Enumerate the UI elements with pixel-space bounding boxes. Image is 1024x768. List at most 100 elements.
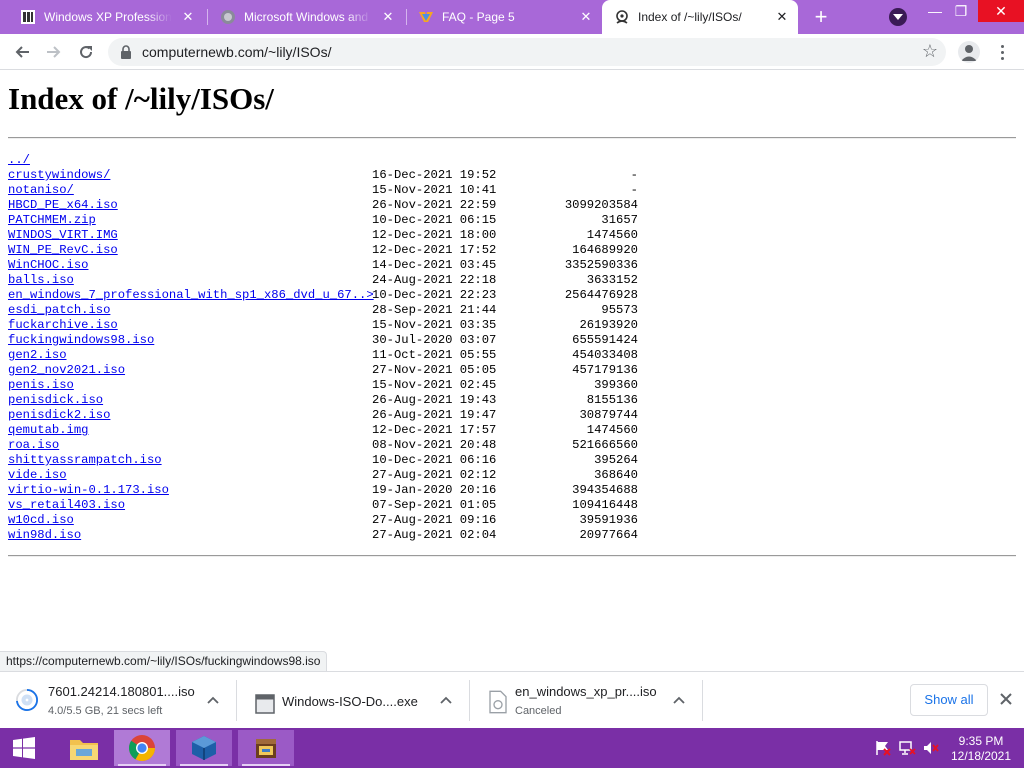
file-link[interactable]: ../	[8, 153, 30, 168]
file-link[interactable]: w10cd.iso	[8, 513, 74, 528]
tab-strip: Windows XP Professional ✕ Microsoft Wind…	[0, 0, 1024, 34]
file-date: 12-Dec-2021 17:52	[372, 243, 497, 257]
file-size: 20977664	[579, 528, 638, 542]
forward-button[interactable]	[40, 38, 68, 66]
file-link[interactable]: WinCHOC.iso	[8, 258, 88, 273]
tab-microsoft-windows[interactable]: Microsoft Windows and MS-DOS ✕	[208, 0, 404, 34]
tab-search-button[interactable]	[889, 8, 907, 26]
file-link[interactable]: vide.iso	[8, 468, 67, 483]
close-shelf-icon[interactable]	[998, 691, 1014, 707]
file-date: 19-Jan-2020 20:16	[372, 483, 497, 497]
bookmark-star-icon[interactable]: ☆	[922, 41, 938, 62]
tab-close-icon[interactable]: ✕	[378, 7, 398, 27]
file-link[interactable]: en_windows_7_professional_with_sp1_x86_d…	[8, 288, 374, 303]
tab-close-icon[interactable]: ✕	[772, 7, 792, 27]
file-size: 655591424	[572, 333, 638, 347]
file-link[interactable]: vs_retail403.iso	[8, 498, 125, 513]
lock-icon[interactable]	[120, 45, 132, 59]
file-link[interactable]: penisdick2.iso	[8, 408, 110, 423]
tab-faq[interactable]: FAQ - Page 5 ✕	[406, 0, 602, 34]
browser-menu-icon[interactable]	[992, 40, 1012, 64]
file-date: 15-Nov-2021 02:45	[372, 378, 497, 392]
url-text[interactable]: computernewb.com/~lily/ISOs/	[142, 44, 331, 60]
taskbar-chrome[interactable]	[114, 730, 170, 766]
taskbar-archive-app[interactable]	[238, 730, 294, 766]
download-filename: en_windows_xp_pr....iso	[515, 684, 657, 699]
file-link[interactable]: PATCHMEM.zip	[8, 213, 96, 228]
file-date: 12-Dec-2021 18:00	[372, 228, 497, 242]
address-bar[interactable]: computernewb.com/~lily/ISOs/ ☆	[108, 38, 946, 66]
file-link[interactable]: penis.iso	[8, 378, 74, 393]
chevron-up-icon[interactable]	[206, 693, 220, 707]
file-link[interactable]: gen2.iso	[8, 348, 67, 363]
file-size: 3099203584	[564, 198, 638, 212]
tab-windows-xp[interactable]: Windows XP Professional ✕	[8, 0, 204, 34]
file-date: 11-Oct-2021 05:55	[372, 348, 497, 362]
chevron-up-icon[interactable]	[439, 693, 453, 707]
download-filename: Windows-ISO-Do....exe	[282, 694, 418, 709]
file-link[interactable]: crustywindows/	[8, 168, 110, 183]
file-link[interactable]: fuckingwindows98.iso	[8, 333, 154, 348]
file-link[interactable]: roa.iso	[8, 438, 59, 453]
volume-muted-icon[interactable]	[922, 740, 940, 756]
file-date: 24-Aug-2021 22:18	[372, 273, 497, 287]
file-link[interactable]: virtio-win-0.1.173.iso	[8, 483, 169, 498]
new-tab-button[interactable]: +	[808, 5, 834, 29]
chevron-up-icon[interactable]	[672, 693, 686, 707]
file-date: 26-Aug-2021 19:47	[372, 408, 497, 422]
file-link[interactable]: notaniso/	[8, 183, 74, 198]
file-link[interactable]: esdi_patch.iso	[8, 303, 110, 318]
taskbar: 9:35 PM 12/18/2021	[0, 728, 1024, 768]
top-divider	[8, 137, 1016, 139]
tab-close-icon[interactable]: ✕	[178, 7, 198, 27]
tab-index-of-isos[interactable]: Index of /~lily/ISOs/ ✕	[602, 0, 798, 34]
file-date: 27-Aug-2021 02:04	[372, 528, 497, 542]
file-link[interactable]: WINDOS_VIRT.IMG	[8, 228, 118, 243]
download-item[interactable]: en_windows_xp_pr....iso Canceled	[471, 672, 703, 729]
restore-button[interactable]: ❐	[944, 0, 978, 22]
file-link[interactable]: gen2_nov2021.iso	[8, 363, 125, 378]
file-link[interactable]: shittyassrampatch.iso	[8, 453, 162, 468]
file-size: 3352590336	[564, 258, 638, 272]
download-status: Canceled	[515, 705, 562, 717]
file-size: 30879744	[579, 408, 638, 422]
file-link[interactable]: HBCD_PE_x64.iso	[8, 198, 118, 213]
file-link[interactable]: balls.iso	[8, 273, 74, 288]
file-size: 164689920	[572, 243, 638, 257]
file-date: 16-Dec-2021 19:52	[372, 168, 497, 182]
reload-button[interactable]	[72, 38, 100, 66]
file-link[interactable]: penisdick.iso	[8, 393, 103, 408]
show-all-button[interactable]: Show all	[910, 684, 988, 716]
windows-logo-icon	[13, 737, 35, 759]
tab-title: FAQ - Page 5	[442, 10, 515, 24]
file-size: -	[630, 183, 638, 197]
profile-avatar-icon[interactable]	[958, 41, 980, 63]
file-date: 27-Aug-2021 09:16	[372, 513, 497, 527]
download-separator	[469, 680, 470, 721]
file-date: 10-Dec-2021 06:15	[372, 213, 497, 227]
taskbar-virtualbox[interactable]	[176, 730, 232, 766]
file-size: 394354688	[572, 483, 638, 497]
forum-favicon-icon	[418, 9, 434, 25]
file-link[interactable]: win98d.iso	[8, 528, 81, 543]
file-size: 368640	[594, 468, 638, 482]
action-center-flag-icon[interactable]	[874, 740, 892, 756]
taskbar-file-explorer[interactable]	[56, 730, 112, 766]
network-icon[interactable]	[898, 740, 916, 756]
tab-title: Index of /~lily/ISOs/	[638, 10, 742, 24]
file-date: 15-Nov-2021 10:41	[372, 183, 497, 197]
file-size: 109416448	[572, 498, 638, 512]
file-link[interactable]: qemutab.img	[8, 423, 88, 438]
system-clock[interactable]: 9:35 PM 12/18/2021	[946, 734, 1016, 764]
download-item[interactable]: Windows-ISO-Do....exe	[238, 672, 470, 729]
tab-close-icon[interactable]: ✕	[576, 7, 596, 27]
back-button[interactable]	[8, 38, 36, 66]
download-item[interactable]: 7601.24214.180801....iso 4.0/5.5 GB, 21 …	[0, 672, 234, 729]
start-button[interactable]	[0, 728, 48, 768]
file-link[interactable]: WIN_PE_RevC.iso	[8, 243, 118, 258]
download-filename: 7601.24214.180801....iso	[48, 684, 195, 699]
file-link[interactable]: fuckarchive.iso	[8, 318, 118, 333]
file-size: 31657	[601, 213, 638, 227]
close-window-button[interactable]: ✕	[978, 0, 1024, 22]
chrome-icon	[128, 735, 156, 762]
